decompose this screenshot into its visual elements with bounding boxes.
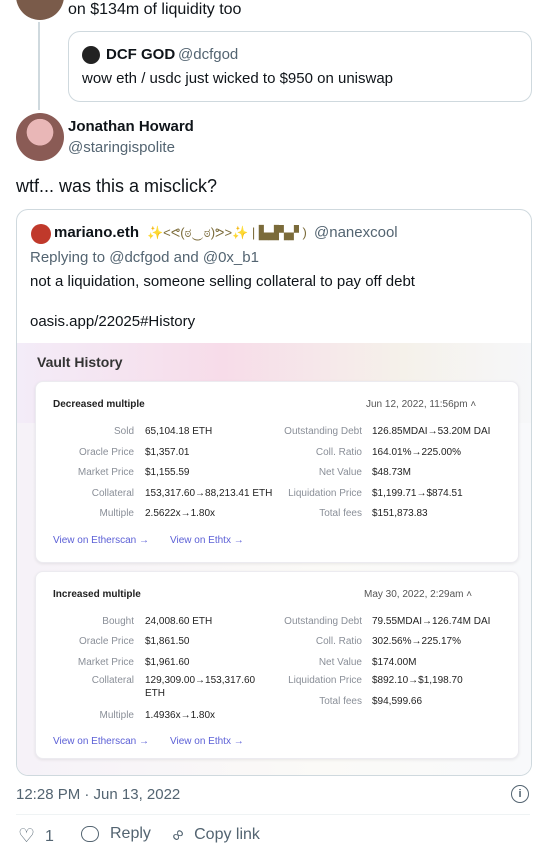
detail-value: 79.55MDAI→126.74M DAI [372,616,491,627]
vault-title: Vault History [37,354,123,370]
detail-label: Coll. Ratio [315,636,362,647]
detail-label: Total fees [319,696,362,707]
tweet-timestamp[interactable]: 12:28 PM · Jun 13, 2022 [16,786,180,803]
quoted-name-decoration: ✨<ᕙ(ಠ‿ಠ)ᕗ>✨ | ▙▟▚▞ ) [147,225,307,240]
entry-date-text: Jun 12, 2022, 11:56pm [366,399,468,410]
author-handle[interactable]: @staringispolite [68,139,175,156]
heart-icon: ♡ [18,826,36,847]
view-on-etherscan-link[interactable]: View on Etherscan → [53,535,149,546]
entry-date[interactable]: Jun 12, 2022, 11:56pm ˄ [366,399,476,410]
copy-link-label: Copy link [194,826,260,843]
detail-label: Outstanding Debt [284,426,362,437]
replying-to: Replying to @dcfgod and @0x_b1 [30,249,259,266]
quoted-prev-handle: @dcfgod [178,46,239,63]
author-name[interactable]: Jonathan Howard [68,118,194,135]
detail-label: Net Value [318,467,362,478]
detail-value: 24,008.60 ETH [145,616,213,627]
info-icon[interactable]: i [511,785,529,803]
detail-label: Multiple [99,710,134,721]
divider [16,814,530,815]
detail-value: 1.4936x→1.80x [145,710,216,721]
entry-title: Increased multiple [53,589,141,600]
entry-date[interactable]: May 30, 2022, 2:29am ˄ [364,589,472,600]
thread-line [38,22,40,110]
view-on-etherscan-link[interactable]: View on Etherscan → [53,736,149,747]
chevron-up-icon: ˄ [466,589,473,600]
quoted-prev-name: DCF GOD [106,46,176,63]
detail-label: Multiple [99,508,134,519]
dcfgod-avatar [82,46,100,64]
tweet-text: wtf... was this a misclick? [16,176,218,196]
copy-link-button[interactable]: ∞ Copy link [167,824,260,846]
quoted-tweet-card[interactable]: mariano.eth ✨<ᕙ(ಠ‿ಠ)ᕗ>✨ | ▙▟▚▞ ) @nanexc… [16,209,532,776]
detail-label: Coll. Ratio [315,447,362,458]
detail-value-unit: ETH [145,688,165,699]
detail-label: Collateral [91,675,134,686]
detail-value: $1,961.60 [145,657,190,668]
quoted-name: mariano.eth [54,224,140,241]
reply-icon [81,826,99,842]
detail-value: 65,104.18 ETH [145,426,213,437]
quoted-text: not a liquidation, someone selling colla… [30,273,415,290]
vault-entry: Decreased multiple Jun 12, 2022, 11:56pm… [35,381,519,563]
chevron-up-icon: ˄ [470,399,477,410]
entry-title: Decreased multiple [53,399,145,410]
detail-label: Market Price [77,657,134,668]
detail-value: $1,357.01 [145,447,190,458]
detail-value: $892.10→$1,198.70 [372,675,463,686]
detail-label: Oracle Price [78,636,134,647]
detail-value: $174.00M [372,657,417,668]
detail-label: Sold [113,426,134,437]
mariano-avatar [31,224,51,244]
detail-label: Bought [102,616,134,627]
reply-button[interactable]: Reply [81,825,151,843]
detail-value: 129,309.00→153,317.60 [145,675,256,686]
quoted-handle: @nanexcool [314,224,398,241]
vault-screenshot: Vault History Decreased multiple Jun 12,… [17,343,531,775]
prev-tweet-text: on $134m of liquidity too [68,1,242,18]
detail-value: 153,317.60→88,213.41 ETH [145,488,273,499]
reply-label: Reply [110,825,151,842]
detail-value: $48.73M [372,467,411,478]
prev-avatar[interactable] [16,0,64,20]
detail-value: $151,873.83 [372,508,428,519]
detail-label: Outstanding Debt [284,616,362,627]
detail-value: $94,599.66 [372,696,423,707]
detail-label: Total fees [319,508,362,519]
detail-value: $1,199.71→$874.51 [372,488,463,499]
quoted-prev-text: wow eth / usdc just wicked to $950 on un… [82,70,394,87]
detail-label: Collateral [91,488,134,499]
link-icon: ∞ [166,823,189,846]
like-button[interactable]: ♡ 1 [18,825,54,848]
quoted-prev-card[interactable]: DCF GOD @dcfgod wow eth / usdc just wick… [68,31,532,102]
detail-value: 164.01%→225.00% [372,447,461,458]
view-on-ethtx-link[interactable]: View on Ethtx → [170,736,244,747]
detail-label: Liquidation Price [288,488,362,499]
detail-label: Oracle Price [78,447,134,458]
author-avatar[interactable] [16,113,64,161]
detail-value: 2.5622x→1.80x [145,508,216,519]
detail-label: Liquidation Price [288,675,362,686]
detail-value: $1,155.59 [145,467,190,478]
quoted-link: oasis.app/22025#History [30,313,196,330]
detail-label: Market Price [77,467,134,478]
vault-entry: Increased multiple May 30, 2022, 2:29am … [35,571,519,759]
entry-date-text: May 30, 2022, 2:29am [364,589,464,600]
view-on-ethtx-link[interactable]: View on Ethtx → [170,535,244,546]
like-count: 1 [45,827,54,845]
detail-label: Net Value [318,657,362,668]
detail-value: 302.56%→225.17% [372,636,461,647]
detail-value: 126.85MDAI→53.20M DAI [372,426,491,437]
detail-value: $1,861.50 [145,636,190,647]
